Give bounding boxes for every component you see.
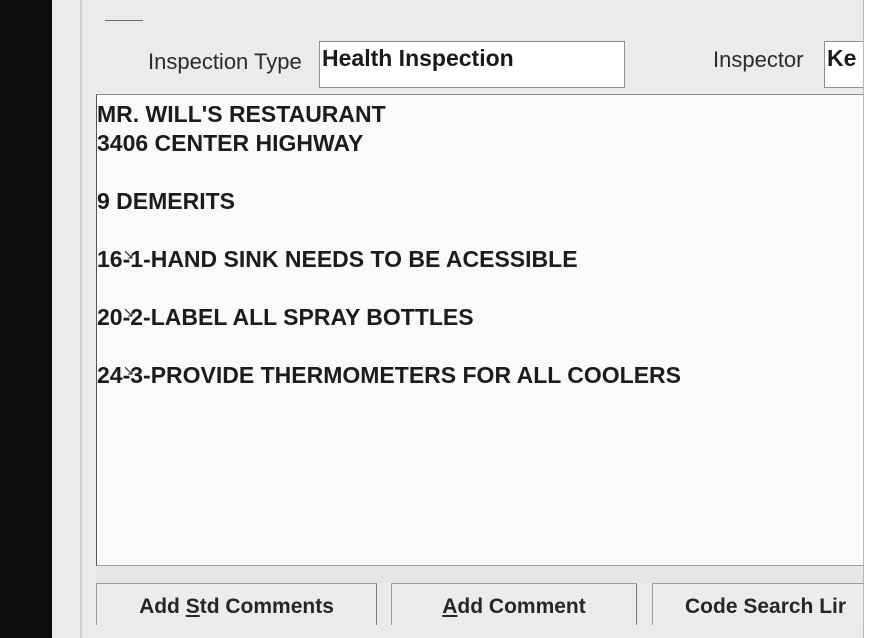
scan-right-edge	[863, 0, 877, 638]
comment-line-demerits: 9 DEMERITS	[97, 188, 236, 214]
inspector-label: Inspector	[713, 47, 804, 72]
add-std-comments-button[interactable]: Add Std Comments	[96, 583, 377, 625]
inspector-field[interactable]: Ke	[824, 41, 863, 88]
comment-line-address: 3406 CENTER HIGHWAY	[97, 130, 364, 156]
code-search-button[interactable]: Code Search Lir	[652, 583, 863, 625]
comment-line-violation-1: 16 ↘ -1-HAND SINK NEEDS TO BE ACESSIBLE	[97, 246, 578, 273]
comments-textarea[interactable]: MR. WILL'S RESTAURANT 3406 CENTER HIGHWA…	[96, 94, 863, 566]
button-label-part: td Comments	[199, 595, 334, 618]
check-mark-icon: ↘	[122, 246, 135, 262]
comment-line-violation-3: 24 ↘ -3-PROVIDE THERMOMETERS FOR ALL COOLE…	[97, 362, 681, 389]
accelerator-key: S	[185, 595, 200, 618]
add-comment-button[interactable]: Add Comment	[391, 583, 637, 625]
scan-left-edge	[0, 0, 52, 638]
inspection-type-label: Inspection Type	[148, 49, 302, 74]
button-label-part: Add	[139, 595, 186, 618]
form-frame-border	[80, 0, 82, 638]
inspection-type-field[interactable]: Health Inspection	[319, 41, 625, 88]
button-bar-background	[96, 566, 863, 583]
violation-text: -2-LABEL ALL SPRAY BOTTLES	[122, 304, 474, 330]
violation-code: 16	[97, 246, 123, 272]
check-mark-icon: ↘	[122, 304, 135, 320]
form-top-divider	[105, 20, 143, 21]
comment-line-violation-2: 20 ↘ -2-LABEL ALL SPRAY BOTTLES	[97, 304, 474, 331]
violation-code: 20	[97, 304, 123, 330]
check-mark-icon: ↘	[122, 362, 135, 378]
violation-text: -3-PROVIDE THERMOMETERS FOR ALL COOLERS	[122, 362, 682, 388]
violation-text: -1-HAND SINK NEEDS TO BE ACESSIBLE	[122, 246, 578, 272]
comment-line-business-name: MR. WILL'S RESTAURANT	[97, 101, 386, 127]
violation-code: 24	[97, 362, 123, 388]
button-label-part: dd Comment	[457, 595, 586, 618]
accelerator-key: A	[442, 595, 458, 618]
